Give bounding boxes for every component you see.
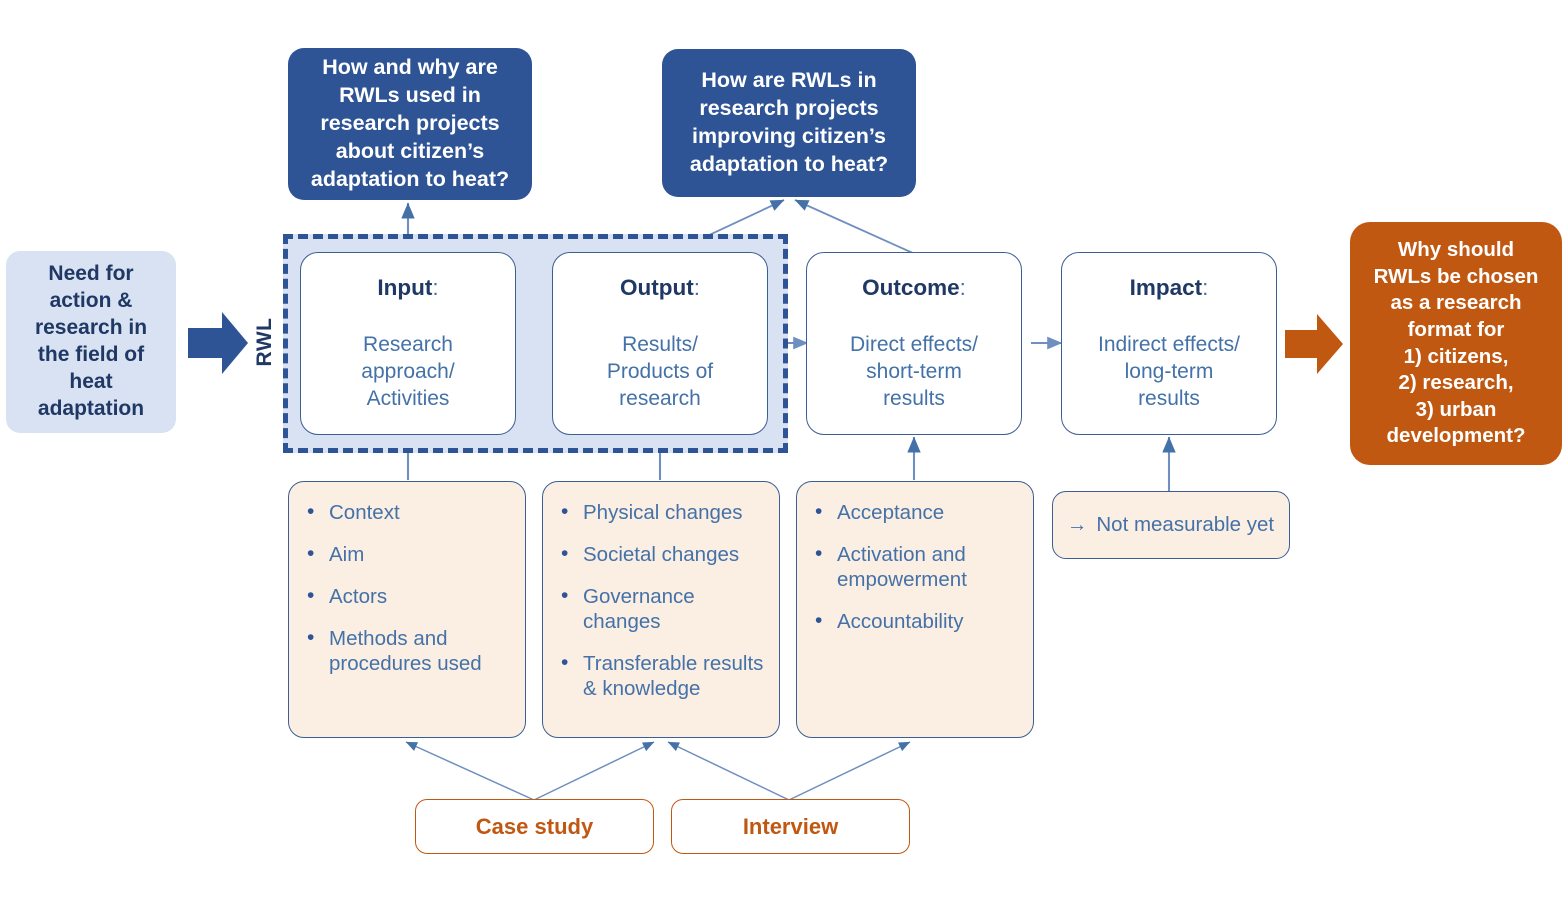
input-body-1: approach/ (361, 359, 455, 383)
detail-list-input: Context Aim Actors Methods and procedure… (303, 499, 511, 693)
need-line-3: the field of (37, 343, 145, 366)
rwl-label: RWL (253, 317, 276, 367)
method-box-interview[interactable]: Interview (671, 799, 910, 854)
stage-title-input-text: Input (377, 274, 433, 300)
list-item: Accountability (811, 608, 1019, 634)
arrow-casestudy-to-inputdetails (405, 741, 535, 801)
outcome-body-2: results (883, 387, 945, 411)
right-arrow-icon-orange (1285, 311, 1343, 377)
q2-line-0: How are RWLs in (701, 68, 877, 93)
list-item: Acceptance (811, 499, 1019, 525)
conclusion-line-2: as a research (1390, 291, 1522, 315)
need-line-0: Need for (48, 262, 134, 286)
stage-box-input: Input: Research approach/ Activities (300, 252, 516, 435)
list-item: Actors (303, 583, 511, 609)
arrow-interview-to-outcomedetails (788, 741, 911, 801)
detail-list-outcome: Acceptance Activation and empowerment Ac… (811, 499, 1019, 651)
output-body-0: Results/ (622, 332, 698, 356)
need-line-1: action & (49, 289, 133, 313)
stage-title-input-colon: : (432, 274, 439, 300)
list-item: Aim (303, 541, 511, 567)
question-callout-1: How and why are RWLs used in research pr… (288, 48, 532, 200)
need-line-2: research in (34, 316, 148, 340)
stage-body-input: Research approach/ Activities (361, 331, 454, 413)
q1-line-2: research projects (320, 111, 500, 136)
q2-line-3: adaptation to heat? (689, 151, 889, 176)
conclusion-line-6: 3) urban (1415, 397, 1497, 421)
list-item: Transferable results & knowledge (557, 650, 765, 701)
detail-list-output: Physical changes Societal changes Govern… (557, 499, 765, 718)
stage-title-output-colon: : (693, 274, 700, 300)
conclusion-box: Why should RWLs be chosen as a research … (1350, 222, 1562, 465)
impact-note-box: → Not measurable yet (1052, 491, 1290, 559)
need-line-4: heat (69, 369, 113, 393)
stage-box-impact: Impact: Indirect effects/ long-term resu… (1061, 252, 1277, 435)
impact-body-0: Indirect effects/ (1097, 332, 1241, 356)
stage-title-impact-colon: : (1202, 274, 1209, 300)
stage-body-impact: Indirect effects/ long-term results (1098, 331, 1240, 413)
conclusion-line-5: 2) research, (1398, 371, 1514, 395)
q2-line-1: research projects (699, 96, 879, 121)
stage-title-output-text: Output (620, 274, 694, 300)
stage-box-outcome: Outcome: Direct effects/ short-term resu… (806, 252, 1022, 435)
list-item: Governance changes (557, 583, 765, 634)
input-body-2: Activities (366, 387, 450, 411)
q1-line-1: RWLs used in (339, 83, 481, 108)
stage-title-impact: Impact: (1130, 275, 1209, 301)
impact-note-text: Not measurable yet (1096, 512, 1275, 536)
arrow-casestudy-to-outputdetails (533, 741, 655, 801)
q2-line-2: improving citizen’s (692, 124, 886, 148)
q1-line-3: about citizen’s (335, 138, 485, 163)
list-item: Methods and procedures used (303, 625, 511, 676)
output-body-2: research (619, 387, 701, 411)
q1-line-4: adaptation to heat? (310, 166, 510, 191)
method-label-case-study: Case study (475, 813, 594, 839)
conclusion-line-3: format for (1407, 317, 1505, 341)
impact-body-2: results (1138, 387, 1200, 411)
conclusion-line-7: development? (1386, 424, 1526, 448)
stage-title-outcome: Outcome: (862, 275, 966, 301)
outcome-body-0: Direct effects/ (850, 332, 978, 356)
impact-body-1: long-term (1124, 359, 1214, 383)
arrow-outcome-to-question2 (794, 199, 916, 255)
stage-title-outcome-text: Outcome (862, 274, 960, 300)
right-arrow-glyph-icon: → (1067, 512, 1088, 536)
right-arrow-icon (188, 308, 248, 378)
stage-title-outcome-colon: : (959, 274, 966, 300)
need-line-5: adaptation (37, 396, 145, 420)
stage-title-input: Input: (377, 275, 438, 301)
question-callout-2: How are RWLs in research projects improv… (662, 49, 916, 197)
stage-body-outcome: Direct effects/ short-term results (850, 331, 978, 413)
method-label-interview: Interview (742, 813, 839, 839)
detail-box-input: Context Aim Actors Methods and procedure… (288, 481, 526, 738)
output-body-1: Products of (606, 359, 714, 383)
diagram-canvas: Need for action & research in the field … (0, 0, 1566, 910)
detail-box-output: Physical changes Societal changes Govern… (542, 481, 780, 738)
list-item: Physical changes (557, 499, 765, 525)
conclusion-line-0: Why should (1397, 237, 1515, 261)
conclusion-line-4: 1) citizens, (1403, 344, 1509, 368)
list-item: Societal changes (557, 541, 765, 567)
outcome-body-1: short-term (866, 359, 962, 383)
q1-line-0: How and why are (322, 55, 498, 80)
stage-title-impact-text: Impact (1129, 274, 1203, 300)
conclusion-line-1: RWLs be chosen (1373, 264, 1539, 288)
detail-box-outcome: Acceptance Activation and empowerment Ac… (796, 481, 1034, 738)
method-box-case-study[interactable]: Case study (415, 799, 654, 854)
stage-body-output: Results/ Products of research (607, 331, 713, 413)
input-body-0: Research (363, 332, 453, 356)
need-for-action-box: Need for action & research in the field … (6, 251, 176, 433)
stage-box-output: Output: Results/ Products of research (552, 252, 768, 435)
list-item: Context (303, 499, 511, 525)
arrow-interview-to-outputdetails (667, 741, 790, 801)
stage-title-output: Output: (620, 275, 700, 301)
list-item: Activation and empowerment (811, 541, 1019, 592)
